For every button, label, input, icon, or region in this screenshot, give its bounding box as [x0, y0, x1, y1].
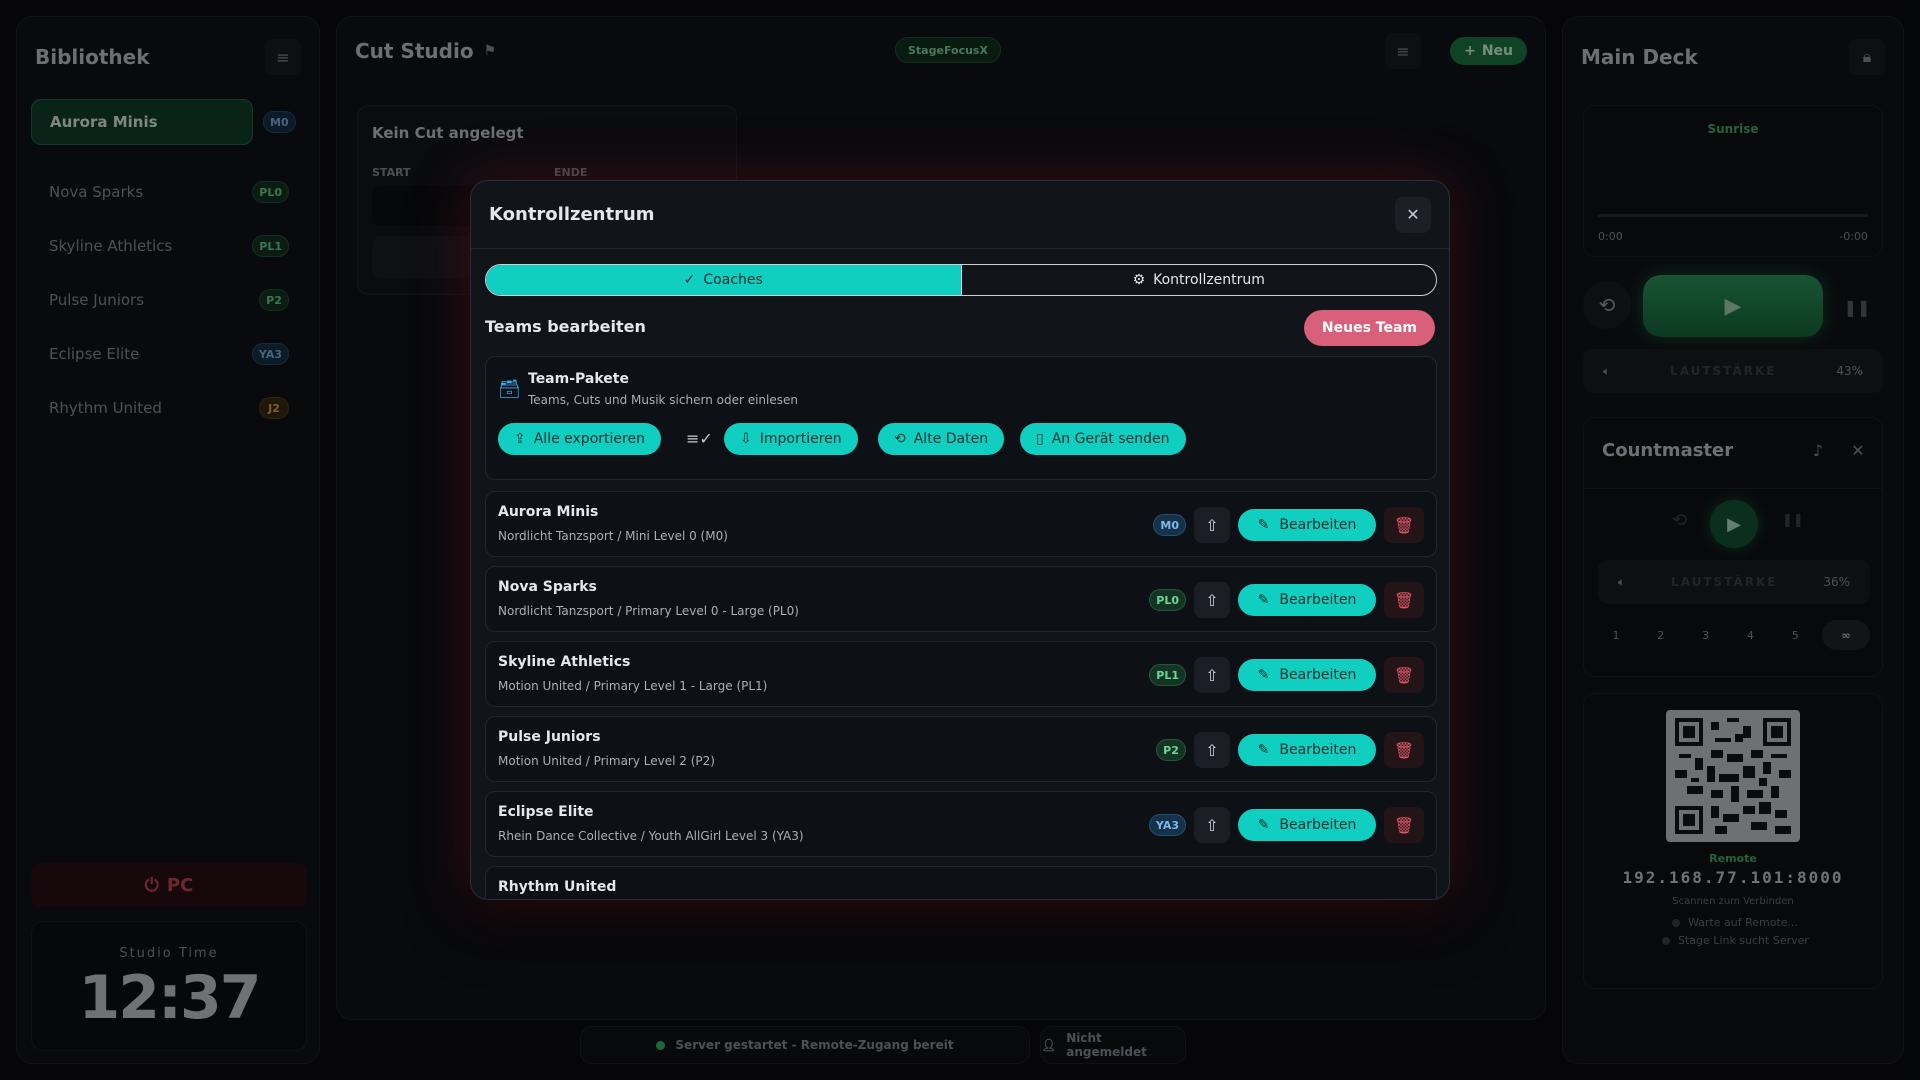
- delete-icon[interactable]: 🗑︎: [1384, 582, 1424, 618]
- team-row: Aurora Minis Nordlicht Tanzsport / Mini …: [485, 491, 1437, 557]
- upload-icon[interactable]: ⇧: [1194, 657, 1230, 693]
- tab-coaches[interactable]: ✓ Coaches: [486, 265, 961, 295]
- import-button[interactable]: ⇩ Importieren: [724, 423, 858, 455]
- team-packages-card: 🗃︎ Team-Pakete Teams, Cuts und Musik sic…: [485, 356, 1437, 480]
- team-badge: PL0: [1149, 589, 1186, 611]
- team-subtitle: Rhein Dance Collective / Youth AllGirl L…: [498, 829, 804, 843]
- old-data-label: Alte Daten: [913, 431, 989, 447]
- edit-button[interactable]: ✎ Bearbeiten: [1238, 659, 1376, 691]
- team-name: Rhythm United: [498, 879, 617, 895]
- team-badge: P2: [1156, 739, 1186, 761]
- tab-coaches-label: Coaches: [703, 272, 763, 288]
- edit-label: Bearbeiten: [1279, 517, 1357, 533]
- dialog-title: Kontrollzentrum: [489, 204, 655, 225]
- export-all-button[interactable]: ⇪ Alle exportieren: [498, 423, 661, 455]
- team-subtitle: Motion United / Primary Level 1 - Large …: [498, 679, 768, 693]
- export-all-label: Alle exportieren: [533, 431, 645, 447]
- upload-icon[interactable]: ⇧: [1194, 582, 1230, 618]
- archive-icon: 🗃︎: [498, 379, 521, 400]
- old-data-button[interactable]: ⟲ Alte Daten: [878, 423, 1005, 455]
- packages-title: Team-Pakete: [528, 371, 629, 387]
- check-icon: ✓: [683, 272, 696, 288]
- close-icon[interactable]: ✕: [1395, 196, 1431, 233]
- team-row: Skyline Athletics Motion United / Primar…: [485, 641, 1437, 707]
- section-title: Teams bearbeiten: [485, 317, 646, 336]
- team-subtitle: Motion United / Primary Level 2 (P2): [498, 754, 715, 768]
- team-badge: PL1: [1149, 664, 1186, 686]
- import-icon: ⇩: [740, 431, 752, 447]
- team-name: Eclipse Elite: [498, 804, 594, 820]
- tab-control-center-label: Kontrollzentrum: [1153, 272, 1265, 288]
- delete-icon[interactable]: 🗑︎: [1384, 732, 1424, 768]
- team-name: Aurora Minis: [498, 504, 599, 520]
- upload-icon[interactable]: ⇧: [1194, 507, 1230, 543]
- device-icon: ▯: [1036, 431, 1044, 447]
- team-row: Pulse Juniors Motion United / Primary Le…: [485, 716, 1437, 782]
- delete-icon[interactable]: 🗑︎: [1384, 507, 1424, 543]
- pencil-icon: ✎: [1257, 817, 1270, 833]
- new-team-button[interactable]: Neues Team: [1303, 310, 1435, 346]
- team-row: Nova Sparks Nordlicht Tanzsport / Primar…: [485, 566, 1437, 632]
- packages-subtitle: Teams, Cuts und Musik sichern oder einle…: [528, 393, 798, 407]
- pencil-icon: ✎: [1257, 592, 1270, 608]
- team-badge: YA3: [1148, 814, 1186, 836]
- pencil-icon: ✎: [1257, 517, 1270, 533]
- history-icon: ⟲: [894, 431, 906, 447]
- gear-icon: ⚙: [1132, 272, 1146, 288]
- export-icon: ⇪: [514, 431, 526, 447]
- edit-button[interactable]: ✎ Bearbeiten: [1238, 509, 1376, 541]
- delete-icon[interactable]: 🗑︎: [1384, 657, 1424, 693]
- edit-button[interactable]: ✎ Bearbeiten: [1238, 809, 1376, 841]
- pencil-icon: ✎: [1257, 742, 1270, 758]
- edit-label: Bearbeiten: [1279, 667, 1357, 683]
- send-to-device-label: An Gerät senden: [1051, 431, 1170, 447]
- team-name: Skyline Athletics: [498, 654, 631, 670]
- team-row: Eclipse Elite Rhein Dance Collective / Y…: [485, 791, 1437, 857]
- tab-control-center[interactable]: ⚙ Kontrollzentrum: [960, 265, 1437, 295]
- team-subtitle: Nordlicht Tanzsport / Mini Level 0 (M0): [498, 529, 728, 543]
- delete-icon[interactable]: 🗑︎: [1384, 807, 1424, 843]
- edit-label: Bearbeiten: [1279, 817, 1357, 833]
- team-badge: M0: [1153, 514, 1186, 536]
- send-to-device-button[interactable]: ▯ An Gerät senden: [1020, 423, 1186, 455]
- pencil-icon: ✎: [1257, 667, 1270, 683]
- edit-label: Bearbeiten: [1279, 742, 1357, 758]
- edit-label: Bearbeiten: [1279, 592, 1357, 608]
- import-label: Importieren: [759, 431, 842, 447]
- team-subtitle: Nordlicht Tanzsport / Primary Level 0 - …: [498, 604, 799, 618]
- upload-icon[interactable]: ⇧: [1194, 732, 1230, 768]
- team-row: Rhythm United: [485, 866, 1437, 899]
- upload-icon[interactable]: ⇧: [1194, 807, 1230, 843]
- team-name: Pulse Juniors: [498, 729, 601, 745]
- dialog-tabs: ✓ Coaches ⚙ Kontrollzentrum: [485, 264, 1437, 296]
- edit-button[interactable]: ✎ Bearbeiten: [1238, 584, 1376, 616]
- sort-check-icon[interactable]: ≡✓: [686, 429, 713, 448]
- edit-button[interactable]: ✎ Bearbeiten: [1238, 734, 1376, 766]
- team-name: Nova Sparks: [498, 579, 597, 595]
- control-center-dialog: Kontrollzentrum ✕ ✓ Coaches ⚙ Kontrollze…: [470, 180, 1450, 900]
